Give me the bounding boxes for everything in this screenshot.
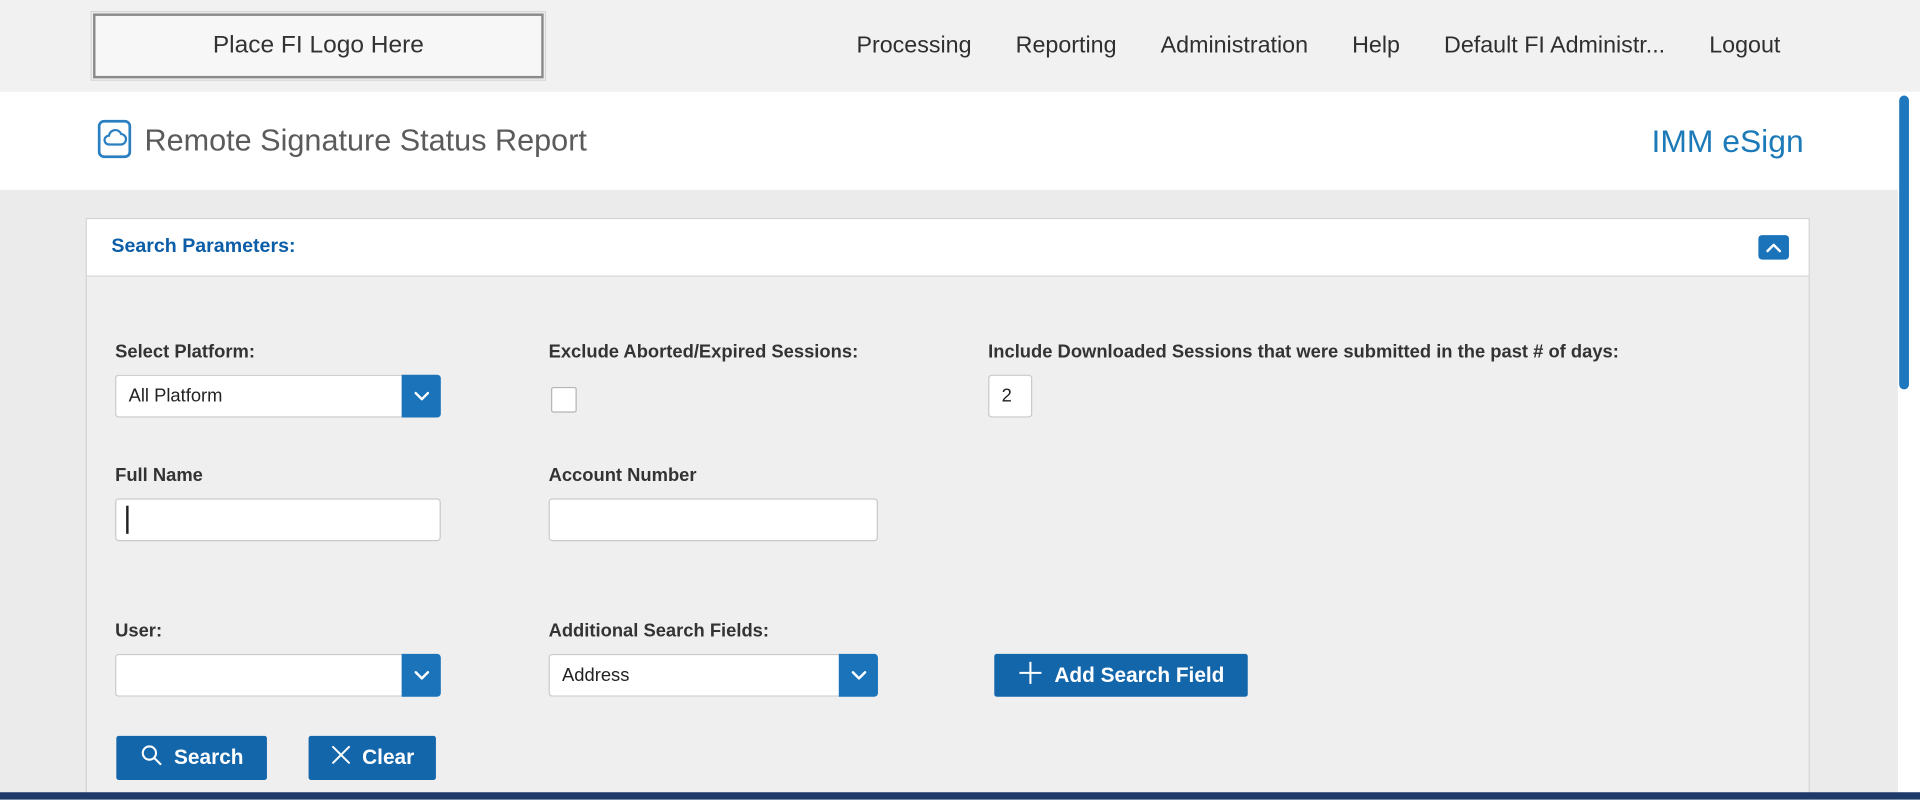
user-select <box>115 654 441 697</box>
text-cursor <box>126 506 128 534</box>
additional-fields-dropdown-button[interactable] <box>839 654 878 697</box>
browser-viewport: Place FI Logo Here Processing Reporting … <box>0 0 1920 800</box>
full-name-label: Full Name <box>115 464 203 487</box>
brand-imm-esign: IMM eSign <box>1652 92 1804 190</box>
user-label: User: <box>115 620 162 643</box>
user-dropdown-button[interactable] <box>402 654 441 697</box>
plus-icon <box>1018 659 1044 691</box>
scrollbar-thumb[interactable] <box>1899 96 1909 390</box>
search-icon <box>140 743 163 772</box>
search-button[interactable]: Search <box>116 736 267 780</box>
top-nav-bar: Place FI Logo Here Processing Reporting … <box>0 0 1920 92</box>
clear-button[interactable]: Clear <box>309 736 436 780</box>
user-select-input[interactable] <box>115 654 402 697</box>
nav-reporting[interactable]: Reporting <box>1016 32 1117 59</box>
additional-fields-select <box>549 654 878 697</box>
search-button-label: Search <box>174 746 243 770</box>
search-panel-header: Search Parameters: <box>87 219 1809 277</box>
downloaded-days-input[interactable] <box>988 375 1032 418</box>
platform-select <box>115 375 441 418</box>
search-panel-body: Select Platform: Exclude Aborted/Expired… <box>87 277 1809 793</box>
cloud-document-icon <box>97 119 136 161</box>
nav-administration[interactable]: Administration <box>1161 32 1308 59</box>
clear-button-label: Clear <box>362 746 414 770</box>
search-parameters-panel: Search Parameters: Select Platform: Excl… <box>86 218 1810 794</box>
chevron-up-icon <box>1766 238 1782 256</box>
add-search-field-button[interactable]: Add Search Field <box>994 654 1247 697</box>
add-search-field-label: Add Search Field <box>1054 663 1224 687</box>
scrollbar-track[interactable] <box>1898 92 1920 800</box>
collapse-panel-button[interactable] <box>1758 235 1789 259</box>
footer-bar <box>0 792 1920 799</box>
platform-dropdown-button[interactable] <box>402 375 441 418</box>
nav-current-user[interactable]: Default FI Administr... <box>1444 32 1665 59</box>
search-panel-title: Search Parameters: <box>111 219 295 275</box>
platform-label: Select Platform: <box>115 340 255 363</box>
exclude-sessions-label: Exclude Aborted/Expired Sessions: <box>549 340 859 363</box>
nav-processing[interactable]: Processing <box>856 32 971 59</box>
fi-logo-text: Place FI Logo Here <box>213 32 424 60</box>
x-icon <box>330 744 351 771</box>
downloaded-days-label: Include Downloaded Sessions that were su… <box>988 340 1619 363</box>
chevron-down-icon <box>413 666 429 684</box>
app-page: Place FI Logo Here Processing Reporting … <box>0 0 1920 800</box>
nav-help[interactable]: Help <box>1352 32 1400 59</box>
fi-logo-placeholder: Place FI Logo Here <box>93 13 544 78</box>
account-number-input[interactable] <box>549 498 878 541</box>
chevron-down-icon <box>850 666 866 684</box>
main-nav: Processing Reporting Administration Help… <box>856 0 1780 92</box>
main-content: Search Parameters: Select Platform: Excl… <box>0 190 1920 800</box>
exclude-sessions-checkbox[interactable] <box>551 387 577 413</box>
account-number-label: Account Number <box>549 464 697 487</box>
nav-logout[interactable]: Logout <box>1709 32 1780 59</box>
full-name-input[interactable] <box>115 498 441 541</box>
page-title: Remote Signature Status Report <box>144 92 586 190</box>
additional-fields-select-input[interactable] <box>549 654 839 697</box>
platform-select-input[interactable] <box>115 375 402 418</box>
chevron-down-icon <box>413 387 429 405</box>
page-header: Remote Signature Status Report IMM eSign <box>0 92 1920 190</box>
additional-fields-label: Additional Search Fields: <box>549 620 769 643</box>
